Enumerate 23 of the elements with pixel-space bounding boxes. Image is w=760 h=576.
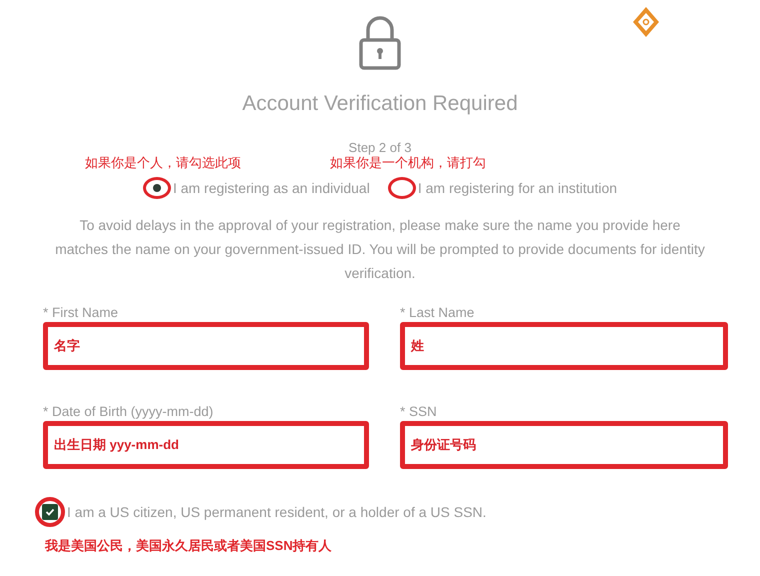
input-field[interactable]: 身份证号码 [400, 421, 728, 469]
check-icon [45, 507, 55, 517]
radio-label: I am registering as an individual [172, 180, 370, 196]
checkbox-label: I am a US citizen, US permanent resident, or a holder of a US SSN. [67, 504, 486, 520]
input-field[interactable]: 姓 [400, 322, 728, 370]
field-label: * First Name [43, 305, 120, 321]
checkbox[interactable] [35, 497, 65, 527]
field-label: * Last Name [400, 305, 476, 321]
input-field[interactable]: 出生日期 yyy-mm-dd [43, 421, 369, 469]
radio-button[interactable] [388, 177, 416, 199]
diamond-logo-icon [632, 6, 660, 38]
lock-icon [358, 16, 402, 70]
annotation-note: 如果你是一个机构，请打勾 [330, 155, 486, 171]
field-label: * Date of Birth (yyyy-mm-dd) [43, 404, 214, 420]
step-indicator: Step 2 of 3 [348, 140, 412, 155]
notice-text: To avoid delays in the approval of your registration, please make sure the name you provide here matches the name on your government-issued ID. You will be prompted to provide documents for identity verification. [55, 216, 705, 283]
radio-button[interactable] [142, 177, 171, 199]
annotation-note: 如果你是个人，请勾选此项 [84, 155, 241, 171]
annotation-note: 我是美国公民，美国永久居民或者美国SSN持有人 [45, 537, 333, 555]
radio-label: I am registering for an institution [418, 180, 618, 196]
field-label: * SSN [400, 404, 438, 420]
input-field[interactable]: 名字 [43, 322, 369, 370]
page-title: Account Verification Required [242, 92, 518, 116]
